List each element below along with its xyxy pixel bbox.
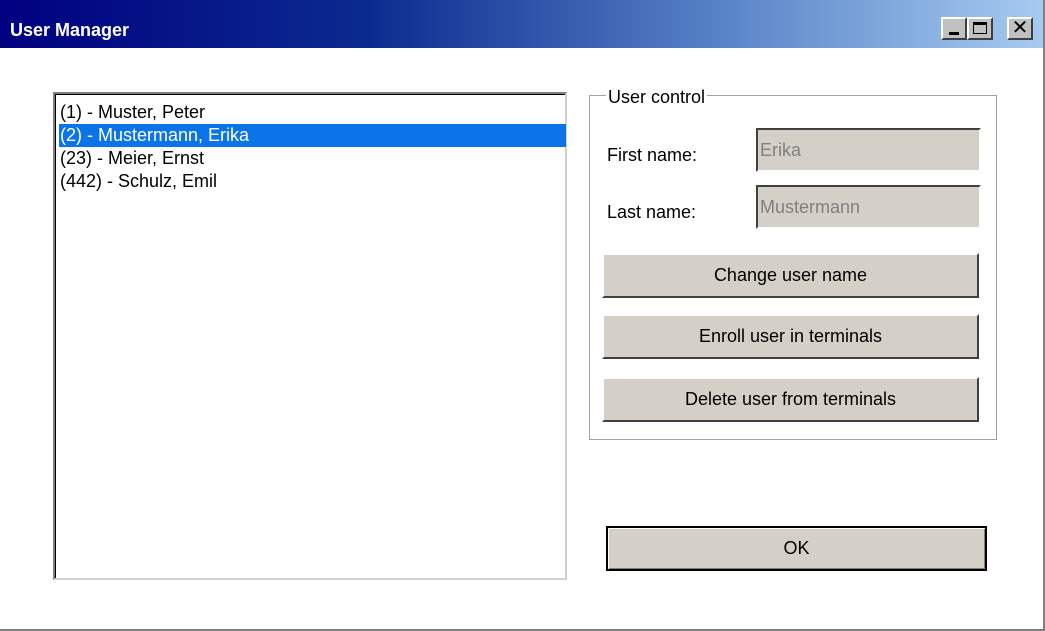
ok-button[interactable]: OK — [606, 526, 987, 571]
list-item-user-selected[interactable]: (2) - Mustermann, Erika — [59, 124, 566, 147]
last-name-field[interactable] — [756, 185, 981, 229]
last-name-label: Last name: — [607, 202, 697, 222]
maximize-button[interactable] — [967, 17, 993, 40]
change-user-name-button[interactable]: Change user name — [602, 253, 979, 298]
close-button[interactable]: ✕ — [1007, 15, 1033, 40]
window-title: User Manager — [10, 20, 130, 40]
list-item-user[interactable]: (1) - Muster, Peter — [59, 101, 566, 124]
minimize-button[interactable] — [941, 17, 967, 40]
user-control-legend: User control — [606, 86, 708, 108]
close-icon: ✕ — [1011, 15, 1029, 39]
enroll-user-button[interactable]: Enroll user in terminals — [602, 314, 979, 359]
list-item-user[interactable]: (442) - Schulz, Emil — [59, 170, 566, 193]
users-listbox[interactable]: (1) - Muster, Peter (2) - Mustermann, Er… — [53, 92, 567, 580]
first-name-field[interactable] — [756, 128, 981, 172]
user-manager-window: User Manager ✕ (1) - Muster, Peter (2) -… — [0, 0, 1045, 631]
title-bar[interactable]: User Manager ✕ — [0, 0, 1043, 48]
list-item-user[interactable]: (23) - Meier, Ernst — [59, 147, 566, 170]
minimize-icon — [949, 32, 959, 35]
first-name-label: First name: — [607, 145, 698, 165]
delete-user-button[interactable]: Delete user from terminals — [602, 377, 979, 422]
maximize-icon — [973, 22, 987, 34]
